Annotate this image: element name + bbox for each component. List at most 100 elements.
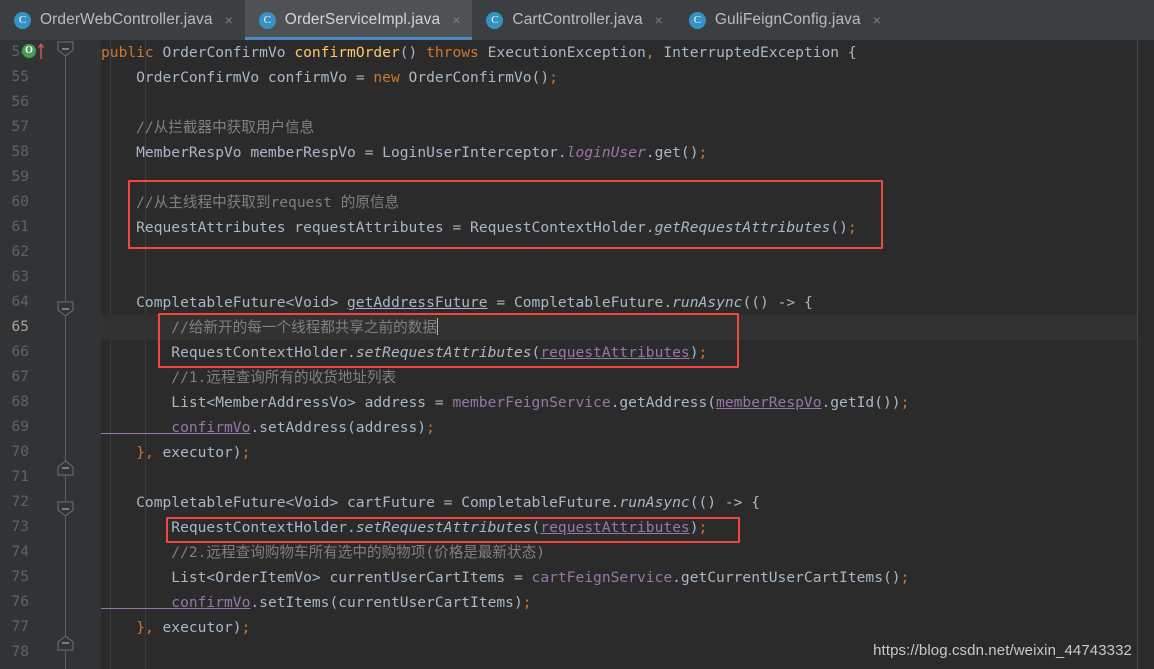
code-token: getRequestAttributes bbox=[654, 219, 831, 236]
code-token: ) bbox=[689, 344, 699, 361]
gutter-line-67[interactable]: 67 bbox=[0, 365, 101, 390]
code-token: = bbox=[513, 569, 532, 586]
gutter-line-76[interactable]: 76 bbox=[0, 590, 101, 615]
gutter-line-62[interactable]: 62 bbox=[0, 240, 101, 265]
code-token: , bbox=[645, 44, 655, 61]
error-stripe-gutter[interactable] bbox=[1138, 40, 1154, 669]
code-line-69[interactable]: confirmVo.setAddress(address); bbox=[101, 415, 1154, 440]
code-line-55[interactable]: OrderConfirmVo confirmVo = new OrderConf… bbox=[101, 65, 1154, 90]
java-class-icon: C bbox=[14, 11, 31, 29]
code-line-60[interactable]: //从主线程中获取到request 的原信息 bbox=[101, 190, 1154, 215]
code-line-59[interactable] bbox=[101, 165, 1154, 190]
code-fold-column[interactable] bbox=[57, 40, 74, 669]
text-caret bbox=[436, 318, 438, 335]
code-token: RequestContextHolder bbox=[101, 519, 348, 536]
code-line-75[interactable]: List<OrderItemVo> currentUserCartItems =… bbox=[101, 565, 1154, 590]
gutter-line-57[interactable]: 57 bbox=[0, 115, 101, 140]
code-line-71[interactable] bbox=[101, 465, 1154, 490]
code-surface[interactable]: public OrderConfirmVo confirmOrder() thr… bbox=[101, 40, 1154, 669]
code-token: (() -> { bbox=[742, 294, 813, 311]
code-token: RequestContextHolder bbox=[101, 344, 348, 361]
code-line-66[interactable]: RequestContextHolder.setRequestAttribute… bbox=[101, 340, 1154, 365]
gutter-line-54[interactable]: 54 bbox=[0, 40, 101, 65]
code-token: = bbox=[364, 144, 383, 161]
code-token: CompletableFuture<Void> cartFuture bbox=[101, 494, 444, 511]
close-icon[interactable]: × bbox=[655, 13, 663, 27]
editor-tab-gulifeignconfig[interactable]: C GuliFeignConfig.java × bbox=[675, 0, 893, 40]
editor-tab-cartcontroller[interactable]: C CartController.java × bbox=[472, 0, 674, 40]
close-icon[interactable]: × bbox=[873, 13, 881, 27]
gutter-line-75[interactable]: 75 bbox=[0, 565, 101, 590]
code-line-68[interactable]: List<MemberAddressVo> address = memberFe… bbox=[101, 390, 1154, 415]
line-number: 78 bbox=[11, 644, 29, 660]
code-line-67[interactable]: //1.远程查询所有的收货地址列表 bbox=[101, 365, 1154, 390]
line-number: 77 bbox=[11, 619, 29, 635]
code-line-62[interactable] bbox=[101, 240, 1154, 265]
code-line-54[interactable]: public OrderConfirmVo confirmOrder() thr… bbox=[101, 40, 1154, 65]
gutter-line-60[interactable]: 60 bbox=[0, 190, 101, 215]
code-token: executor) bbox=[162, 619, 242, 636]
line-number: 62 bbox=[11, 244, 29, 260]
gutter-line-66[interactable]: 66 bbox=[0, 340, 101, 365]
code-token: RequestAttributes requestAttributes bbox=[101, 219, 453, 236]
close-icon[interactable]: × bbox=[225, 13, 233, 27]
code-line-65[interactable]: //给新开的每一个线程都共享之前的数据 bbox=[101, 315, 1154, 340]
gutter-line-63[interactable]: 63 bbox=[0, 265, 101, 290]
gutter-line-78[interactable]: 78 bbox=[0, 640, 101, 665]
fold-region-start-icon[interactable] bbox=[57, 301, 74, 317]
editor-tab-orderserviceimpl[interactable]: C OrderServiceImpl.java × bbox=[244, 0, 473, 40]
gutter-line-56[interactable]: 56 bbox=[0, 90, 101, 115]
gutter-line-72[interactable]: 72 bbox=[0, 490, 101, 515]
code-line-text: }, executor); bbox=[101, 615, 250, 640]
fold-region-end-icon[interactable] bbox=[57, 635, 74, 651]
code-line-64[interactable]: CompletableFuture<Void> getAddressFuture… bbox=[101, 290, 1154, 315]
code-editor[interactable]: 54 55 56 57 58 59 60 61 62 63 64 65 66 67 68 69 70 71 72 73… bbox=[0, 40, 1154, 669]
code-line-57[interactable]: //从拦截器中获取用户信息 bbox=[101, 115, 1154, 140]
gutter-line-77[interactable]: 77 bbox=[0, 615, 101, 640]
code-line-61[interactable]: RequestAttributes requestAttributes = Re… bbox=[101, 215, 1154, 240]
implementing-arrow-icon[interactable] bbox=[36, 42, 46, 64]
gutter-line-73[interactable]: 73 bbox=[0, 515, 101, 540]
editor-tab-label: OrderServiceImpl.java bbox=[284, 11, 441, 28]
fold-region-end-icon[interactable] bbox=[57, 460, 74, 476]
gutter-line-68[interactable]: 68 bbox=[0, 390, 101, 415]
code-line-58[interactable]: MemberRespVo memberRespVo = LoginUserInt… bbox=[101, 140, 1154, 165]
gutter-line-55[interactable]: 55 bbox=[0, 65, 101, 90]
gutter-line-71[interactable]: 71 bbox=[0, 465, 101, 490]
fold-region-start-icon[interactable] bbox=[57, 501, 74, 517]
code-token: CompletableFuture bbox=[513, 294, 664, 311]
close-icon[interactable]: × bbox=[452, 13, 460, 27]
line-number: 55 bbox=[11, 69, 29, 85]
code-token: InterruptedException { bbox=[654, 44, 857, 61]
code-line-56[interactable] bbox=[101, 90, 1154, 115]
gutter-line-58[interactable]: 58 bbox=[0, 140, 101, 165]
code-line-77[interactable]: }, executor); bbox=[101, 615, 1154, 640]
java-class-icon: C bbox=[258, 11, 276, 29]
gutter-line-64[interactable]: 64 bbox=[0, 290, 101, 315]
code-token: CompletableFuture bbox=[461, 494, 611, 511]
code-line-76[interactable]: confirmVo.setItems(currentUserCartItems)… bbox=[101, 590, 1154, 615]
code-line-73[interactable]: RequestContextHolder.setRequestAttribute… bbox=[101, 515, 1154, 540]
code-token: } bbox=[101, 619, 145, 636]
fold-region-start-icon[interactable] bbox=[57, 41, 74, 57]
code-line-72[interactable]: CompletableFuture<Void> cartFuture = Com… bbox=[101, 490, 1154, 515]
gutter-line-61[interactable]: 61 bbox=[0, 215, 101, 240]
code-line-74[interactable]: //2.远程查询购物车所有选中的购物项(价格是最新状态) bbox=[101, 540, 1154, 565]
editor-tab-orderwebcontroller[interactable]: C OrderWebController.java × bbox=[0, 0, 245, 40]
code-line-70[interactable]: }, executor); bbox=[101, 440, 1154, 465]
gutter-line-69[interactable]: 69 bbox=[0, 415, 101, 440]
line-number: 75 bbox=[11, 569, 29, 585]
editor-gutter[interactable]: 54 55 56 57 58 59 60 61 62 63 64 65 66 67 68 69 70 71 72 73… bbox=[0, 40, 101, 669]
gutter-line-65[interactable]: 65 bbox=[0, 315, 101, 340]
line-number: 68 bbox=[11, 394, 29, 410]
code-token: , bbox=[144, 619, 163, 636]
override-method-icon[interactable]: O bbox=[22, 44, 36, 58]
gutter-line-74[interactable]: 74 bbox=[0, 540, 101, 565]
code-token: = bbox=[443, 494, 462, 511]
code-token: requestAttributes bbox=[540, 519, 690, 536]
gutter-line-59[interactable]: 59 bbox=[0, 165, 101, 190]
code-line-63[interactable] bbox=[101, 265, 1154, 290]
code-token: memberRespVo bbox=[716, 394, 822, 411]
line-number: 56 bbox=[11, 94, 29, 110]
gutter-line-70[interactable]: 70 bbox=[0, 440, 101, 465]
